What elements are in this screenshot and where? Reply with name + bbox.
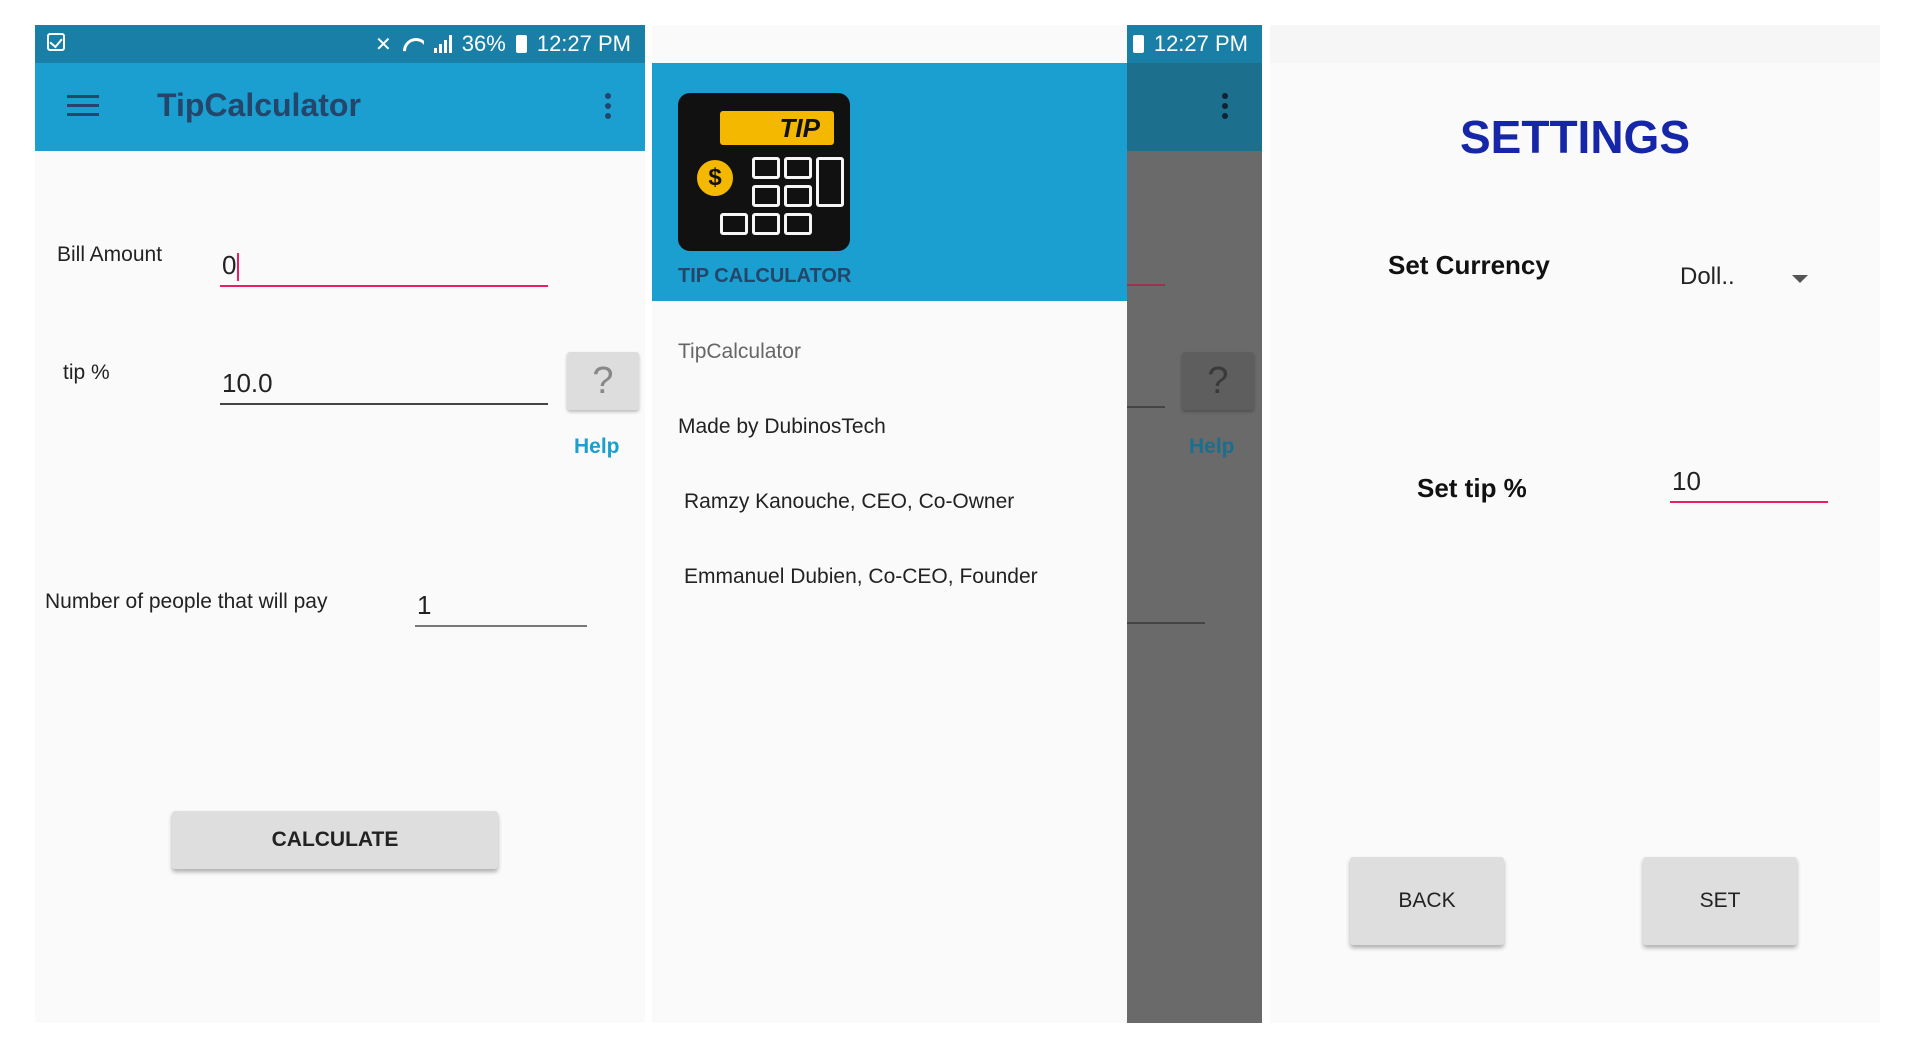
battery-icon bbox=[1132, 35, 1144, 53]
set-button[interactable]: SET bbox=[1643, 857, 1797, 945]
clock: 12:27 PM bbox=[536, 31, 631, 56]
set-currency-label: Set Currency bbox=[1388, 250, 1550, 280]
main-screen: ✕ 36% 12:27 PM TipCalculator Bill Amount… bbox=[35, 25, 645, 1023]
overflow-menu-icon bbox=[1222, 93, 1228, 123]
question-mark-icon: ? bbox=[1207, 360, 1229, 402]
dimmed-app-bar bbox=[1127, 63, 1262, 151]
drawer-scrim[interactable]: ? Help bbox=[1127, 25, 1262, 1023]
bill-amount-label: Bill Amount bbox=[57, 243, 163, 266]
battery-icon bbox=[515, 35, 527, 53]
logo-key bbox=[784, 213, 812, 235]
overflow-menu-icon[interactable] bbox=[605, 93, 611, 123]
drawer-item-founder[interactable]: Emmanuel Dubien, Co-CEO, Founder bbox=[684, 565, 1038, 589]
bill-amount-value: 0 bbox=[222, 250, 237, 280]
calculate-button[interactable]: CALCULATE bbox=[172, 811, 498, 869]
drawer-title: TIP CALCULATOR bbox=[678, 265, 852, 287]
dimmed-tip-underline bbox=[1127, 406, 1165, 408]
drawer-item-app-name[interactable]: TipCalculator bbox=[678, 340, 801, 364]
question-mark-icon: ? bbox=[592, 360, 614, 402]
currency-dropdown[interactable]: Doll.. bbox=[1680, 263, 1830, 297]
settings-title: SETTINGS bbox=[1459, 111, 1691, 163]
dimmed-help-link: Help bbox=[1189, 435, 1235, 458]
settings-screen: SETTINGS Set Currency Doll.. Set tip % 1… bbox=[1270, 25, 1880, 1023]
people-count-label: Number of people that will pay bbox=[45, 590, 328, 613]
logo-key bbox=[784, 185, 812, 207]
status-bar: ✕ 36% 12:27 PM bbox=[35, 25, 645, 63]
logo-key bbox=[784, 157, 812, 179]
help-link[interactable]: Help bbox=[574, 435, 620, 459]
logo-key bbox=[752, 185, 780, 207]
clock: 12:27 PM bbox=[1153, 31, 1248, 56]
logo-key bbox=[752, 213, 780, 235]
logo-coin: $ bbox=[694, 157, 736, 199]
text-cursor bbox=[237, 253, 240, 282]
dropdown-arrow-icon bbox=[1792, 275, 1808, 283]
dimmed-bill-underline bbox=[1127, 284, 1165, 286]
dimmed-people-underline bbox=[1127, 622, 1205, 624]
bill-amount-input[interactable]: 0 bbox=[220, 247, 548, 287]
logo-key bbox=[752, 157, 780, 179]
calculator-logo-icon: TIP $ bbox=[678, 93, 850, 251]
set-tip-label: Set tip % bbox=[1417, 473, 1527, 503]
drawer-screen: ? Help ✕ 36% 12:27 PM TIP bbox=[652, 25, 1262, 1023]
mute-icon: ✕ bbox=[375, 33, 392, 56]
logo-key bbox=[816, 157, 844, 207]
help-button[interactable]: ? bbox=[567, 352, 639, 410]
tip-percent-label: tip % bbox=[63, 361, 110, 384]
tip-percent-input[interactable]: 10.0 bbox=[220, 365, 548, 405]
logo-display: TIP bbox=[720, 111, 834, 145]
app-bar: TipCalculator bbox=[35, 63, 645, 151]
navigation-drawer: TIP $ TIP CALCULATOR TipCalculator Made … bbox=[652, 25, 1127, 1023]
currency-selected: Doll.. bbox=[1680, 263, 1735, 290]
hamburger-menu-icon[interactable] bbox=[67, 95, 99, 117]
back-button[interactable]: BACK bbox=[1350, 857, 1504, 945]
drawer-item-ceo[interactable]: Ramzy Kanouche, CEO, Co-Owner bbox=[684, 490, 1014, 514]
wifi-icon bbox=[402, 36, 424, 52]
status-bar-faded bbox=[1270, 25, 1880, 63]
signal-icon bbox=[433, 35, 452, 53]
checkbox-notification-icon bbox=[47, 33, 65, 51]
drawer-header: TIP $ TIP CALCULATOR bbox=[652, 63, 1127, 301]
battery-percent: 36% bbox=[461, 31, 506, 56]
set-tip-input[interactable]: 10 bbox=[1670, 463, 1828, 503]
drawer-item-made-by[interactable]: Made by DubinosTech bbox=[678, 415, 886, 439]
logo-key bbox=[720, 213, 748, 235]
dimmed-help-button: ? bbox=[1182, 352, 1254, 410]
app-title: TipCalculator bbox=[157, 87, 361, 123]
people-count-input[interactable]: 1 bbox=[415, 587, 587, 627]
